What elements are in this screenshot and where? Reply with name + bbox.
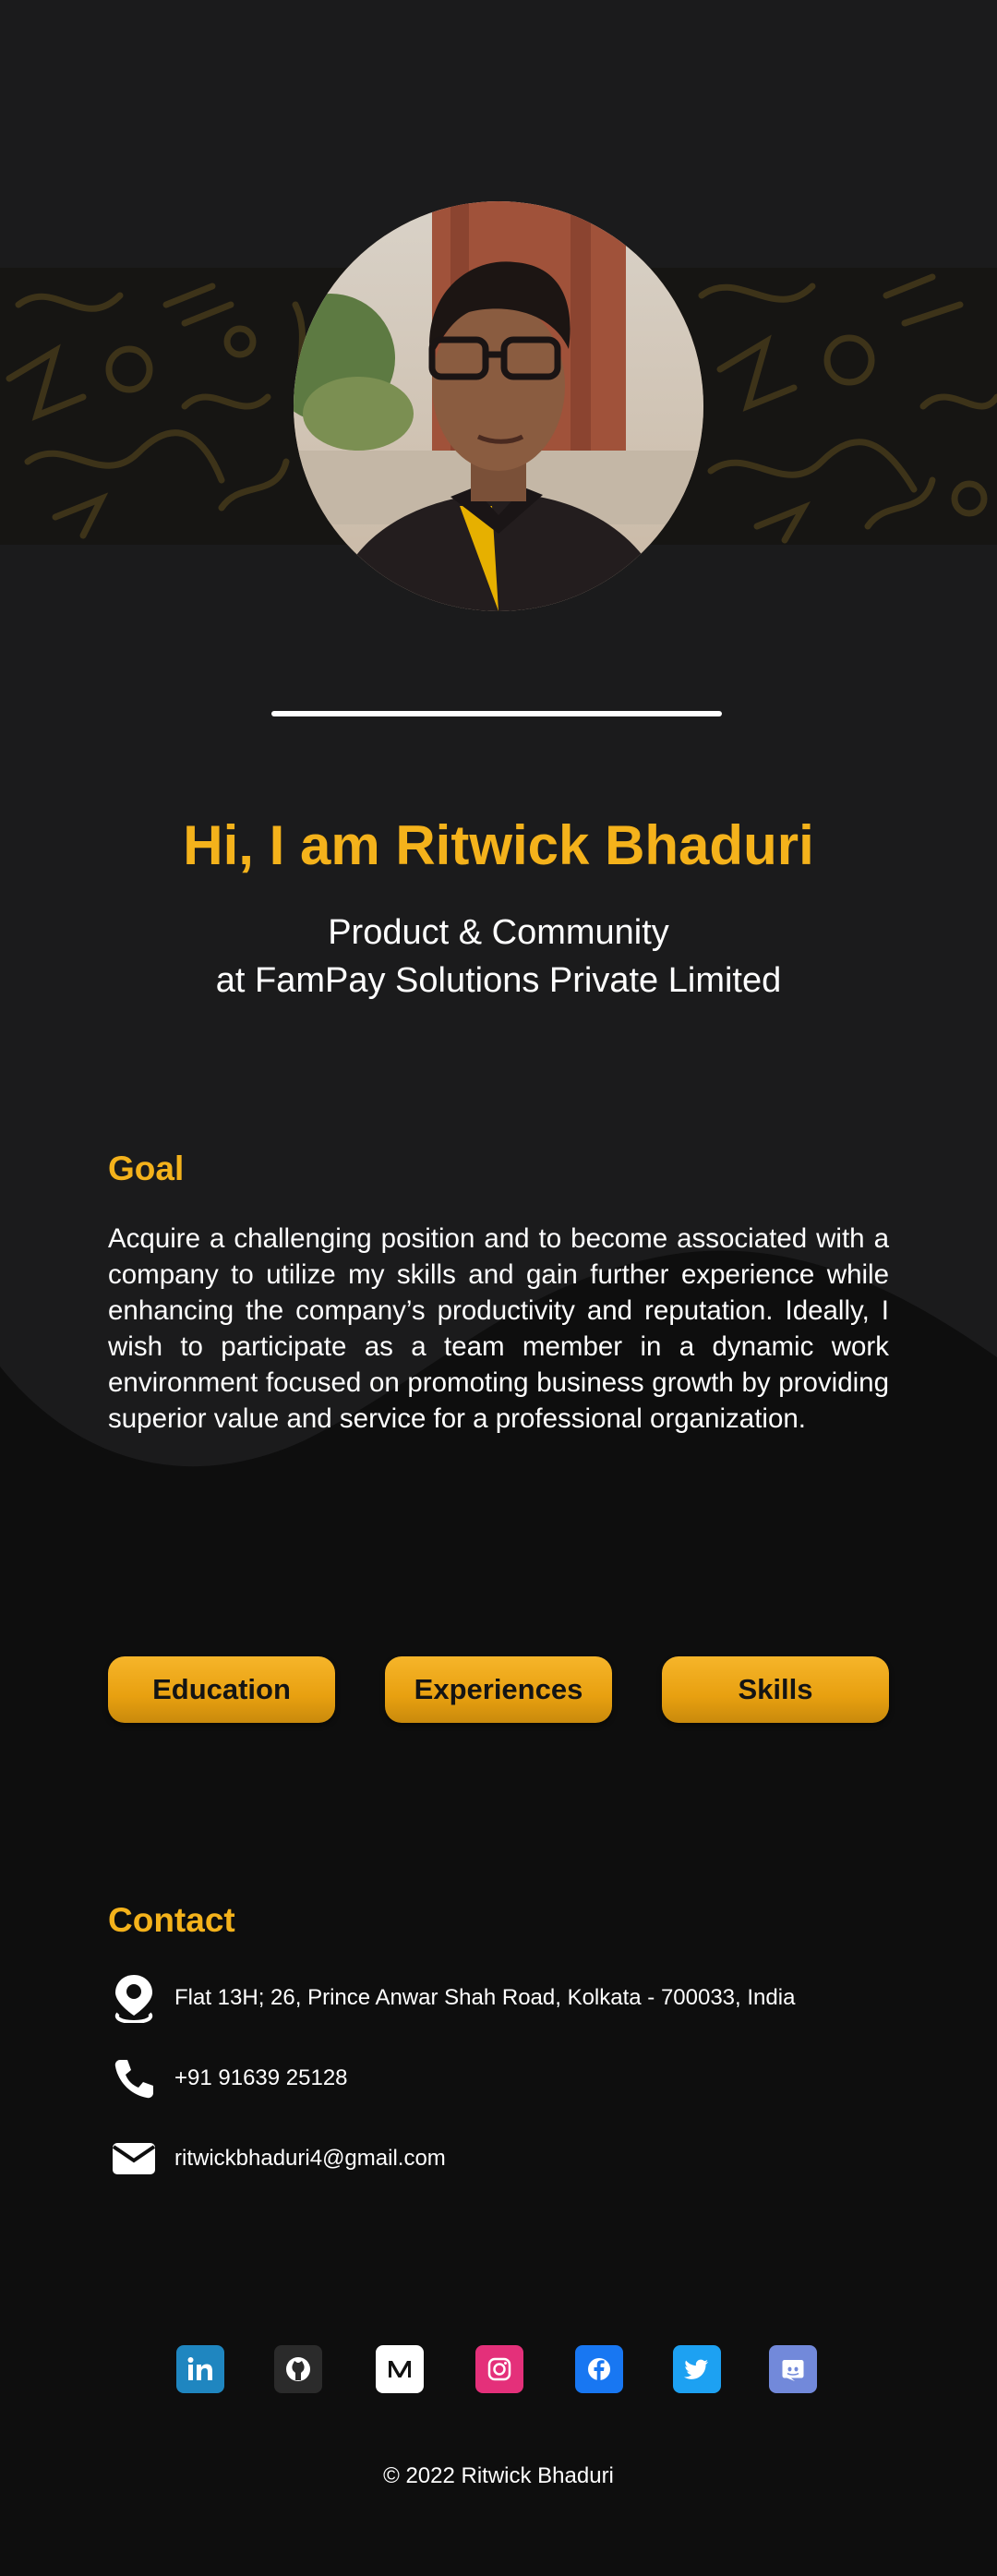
twitter-icon[interactable] — [673, 2345, 721, 2393]
portfolio-page: Hi, I am Ritwick Bhaduri Product & Commu… — [0, 0, 997, 2576]
linkedin-icon[interactable] — [176, 2345, 224, 2393]
contact-title: Contact — [108, 1901, 235, 1939]
contact-address: Flat 13H; 26, Prince Anwar Shah Road, Ko… — [174, 1985, 796, 2010]
profile-photo — [294, 201, 703, 611]
skills-button[interactable]: Skills — [662, 1656, 889, 1723]
facebook-icon[interactable] — [575, 2345, 623, 2393]
goal-text: Acquire a challenging position and to be… — [108, 1223, 889, 1434]
location-pin-icon — [108, 1972, 160, 2024]
contact-email-row: ritwickbhaduri4@gmail.com — [108, 2131, 446, 2186]
profile-photo-illustration — [294, 201, 703, 611]
experiences-button[interactable]: Experiences — [385, 1656, 612, 1723]
instagram-icon[interactable] — [475, 2345, 523, 2393]
contact-email[interactable]: ritwickbhaduri4@gmail.com — [174, 2144, 446, 2173]
goal-title: Goal — [108, 1150, 185, 1187]
medium-icon[interactable] — [376, 2345, 424, 2393]
hero-role-line1: Product & Community — [328, 913, 669, 952]
hero-role-line2: at FamPay Solutions Private Limited — [215, 961, 782, 1000]
contact-phone-row: +91 91639 25128 — [108, 2051, 348, 2106]
discord-icon[interactable] — [769, 2345, 817, 2393]
education-button[interactable]: Education — [108, 1656, 335, 1723]
contact-address-row: Flat 13H; 26, Prince Anwar Shah Road, Ko… — [108, 1970, 795, 2026]
hero-title: Hi, I am Ritwick Bhaduri — [183, 814, 814, 876]
envelope-icon — [108, 2133, 160, 2185]
phone-icon — [108, 2052, 160, 2104]
hero-role: Product & Community at FamPay Solutions … — [0, 909, 997, 1005]
contact-phone[interactable]: +91 91639 25128 — [174, 2064, 348, 2093]
github-icon[interactable] — [274, 2345, 322, 2393]
header-divider — [271, 711, 722, 716]
footer-copyright: © 2022 Ritwick Bhaduri — [383, 2463, 614, 2488]
